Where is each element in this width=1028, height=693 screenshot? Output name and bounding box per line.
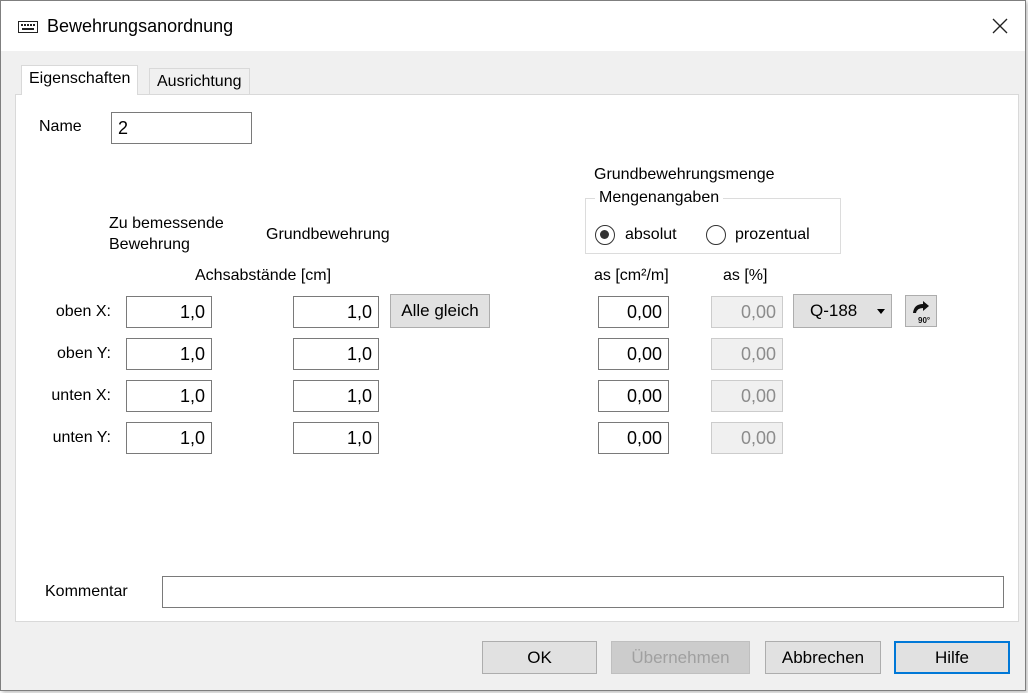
mesh-type-value: Q-188: [810, 301, 858, 320]
close-icon: [992, 18, 1008, 34]
rotate-90-icon: 90°: [913, 301, 930, 325]
as-abs-oben-x-input[interactable]: 0,00: [598, 296, 669, 328]
cancel-button[interactable]: Abbrechen: [765, 641, 881, 674]
alle-gleich-button[interactable]: Alle gleich: [390, 294, 490, 328]
kommentar-label: Kommentar: [45, 583, 128, 600]
tab-eigenschaften[interactable]: Eigenschaften: [21, 65, 139, 95]
title-bar: Bewehrungsanordnung: [1, 1, 1025, 51]
name-label: Name: [39, 118, 82, 135]
as-pct-unten-x-input: 0,00: [711, 380, 783, 412]
row-label-unten-y: unten Y:: [52, 429, 111, 446]
grundbewehrung-unten-y-input[interactable]: 1,0: [293, 422, 379, 454]
kommentar-input[interactable]: [162, 576, 1004, 608]
tab-ausrichtung[interactable]: Ausrichtung: [149, 68, 250, 96]
as-pct-oben-y-input: 0,00: [711, 338, 783, 370]
radio-absolut[interactable]: [595, 225, 615, 245]
achsabstaende-header: Achsabstände [cm]: [195, 267, 332, 284]
mesh-type-select[interactable]: Q-188: [793, 294, 892, 328]
grundbewehrung-oben-y-input[interactable]: 1,0: [293, 338, 379, 370]
radio-prozentual[interactable]: [706, 225, 726, 245]
row-label-oben-x: oben X:: [55, 303, 111, 320]
as-abs-header: as [cm²/m]: [594, 267, 669, 284]
ok-button[interactable]: OK: [482, 641, 597, 674]
zu-bemessende-unten-x-input[interactable]: 1,0: [126, 380, 212, 412]
rotate-90-button[interactable]: 90°: [905, 295, 937, 327]
as-abs-unten-y-input[interactable]: 0,00: [598, 422, 669, 454]
grundbewehrung-oben-x-input[interactable]: 1,0: [293, 296, 379, 328]
mengenangaben-label: Mengenangaben: [595, 189, 724, 207]
window-title: Bewehrungsanordnung: [47, 16, 234, 36]
zu-bemessende-oben-x-input[interactable]: 1,0: [126, 296, 212, 328]
help-button[interactable]: Hilfe: [894, 641, 1010, 674]
dialog-window: Bewehrungsanordnung Eigenschaften Ausric…: [0, 0, 1026, 691]
as-pct-header: as [%]: [723, 267, 768, 284]
zu-bemessende-header-line1: Zu bemessende: [109, 215, 224, 232]
grundbewehrung-unten-x-input[interactable]: 1,0: [293, 380, 379, 412]
zu-bemessende-oben-y-input[interactable]: 1,0: [126, 338, 212, 370]
keyboard-icon: [18, 20, 38, 33]
as-abs-unten-x-input[interactable]: 0,00: [598, 380, 669, 412]
zu-bemessende-unten-y-input[interactable]: 1,0: [126, 422, 212, 454]
rotate-90-text: 90°: [918, 316, 930, 325]
radio-absolut-label: absolut: [625, 226, 677, 243]
apply-button: Übernehmen: [611, 641, 750, 674]
row-label-unten-x: unten X:: [51, 387, 111, 404]
close-button[interactable]: [973, 1, 1025, 51]
as-pct-unten-y-input: 0,00: [711, 422, 783, 454]
row-label-oben-y: oben Y:: [57, 345, 111, 362]
chevron-down-icon: [877, 309, 885, 314]
grundbewehrungsmenge-header: Grundbewehrungsmenge: [594, 166, 775, 183]
radio-prozentual-label: prozentual: [735, 226, 810, 243]
as-pct-oben-x-input: 0,00: [711, 296, 783, 328]
name-input[interactable]: 2: [111, 112, 252, 144]
as-abs-oben-y-input[interactable]: 0,00: [598, 338, 669, 370]
grundbewehrung-header: Grundbewehrung: [266, 226, 390, 243]
zu-bemessende-header-line2: Bewehrung: [109, 236, 190, 253]
